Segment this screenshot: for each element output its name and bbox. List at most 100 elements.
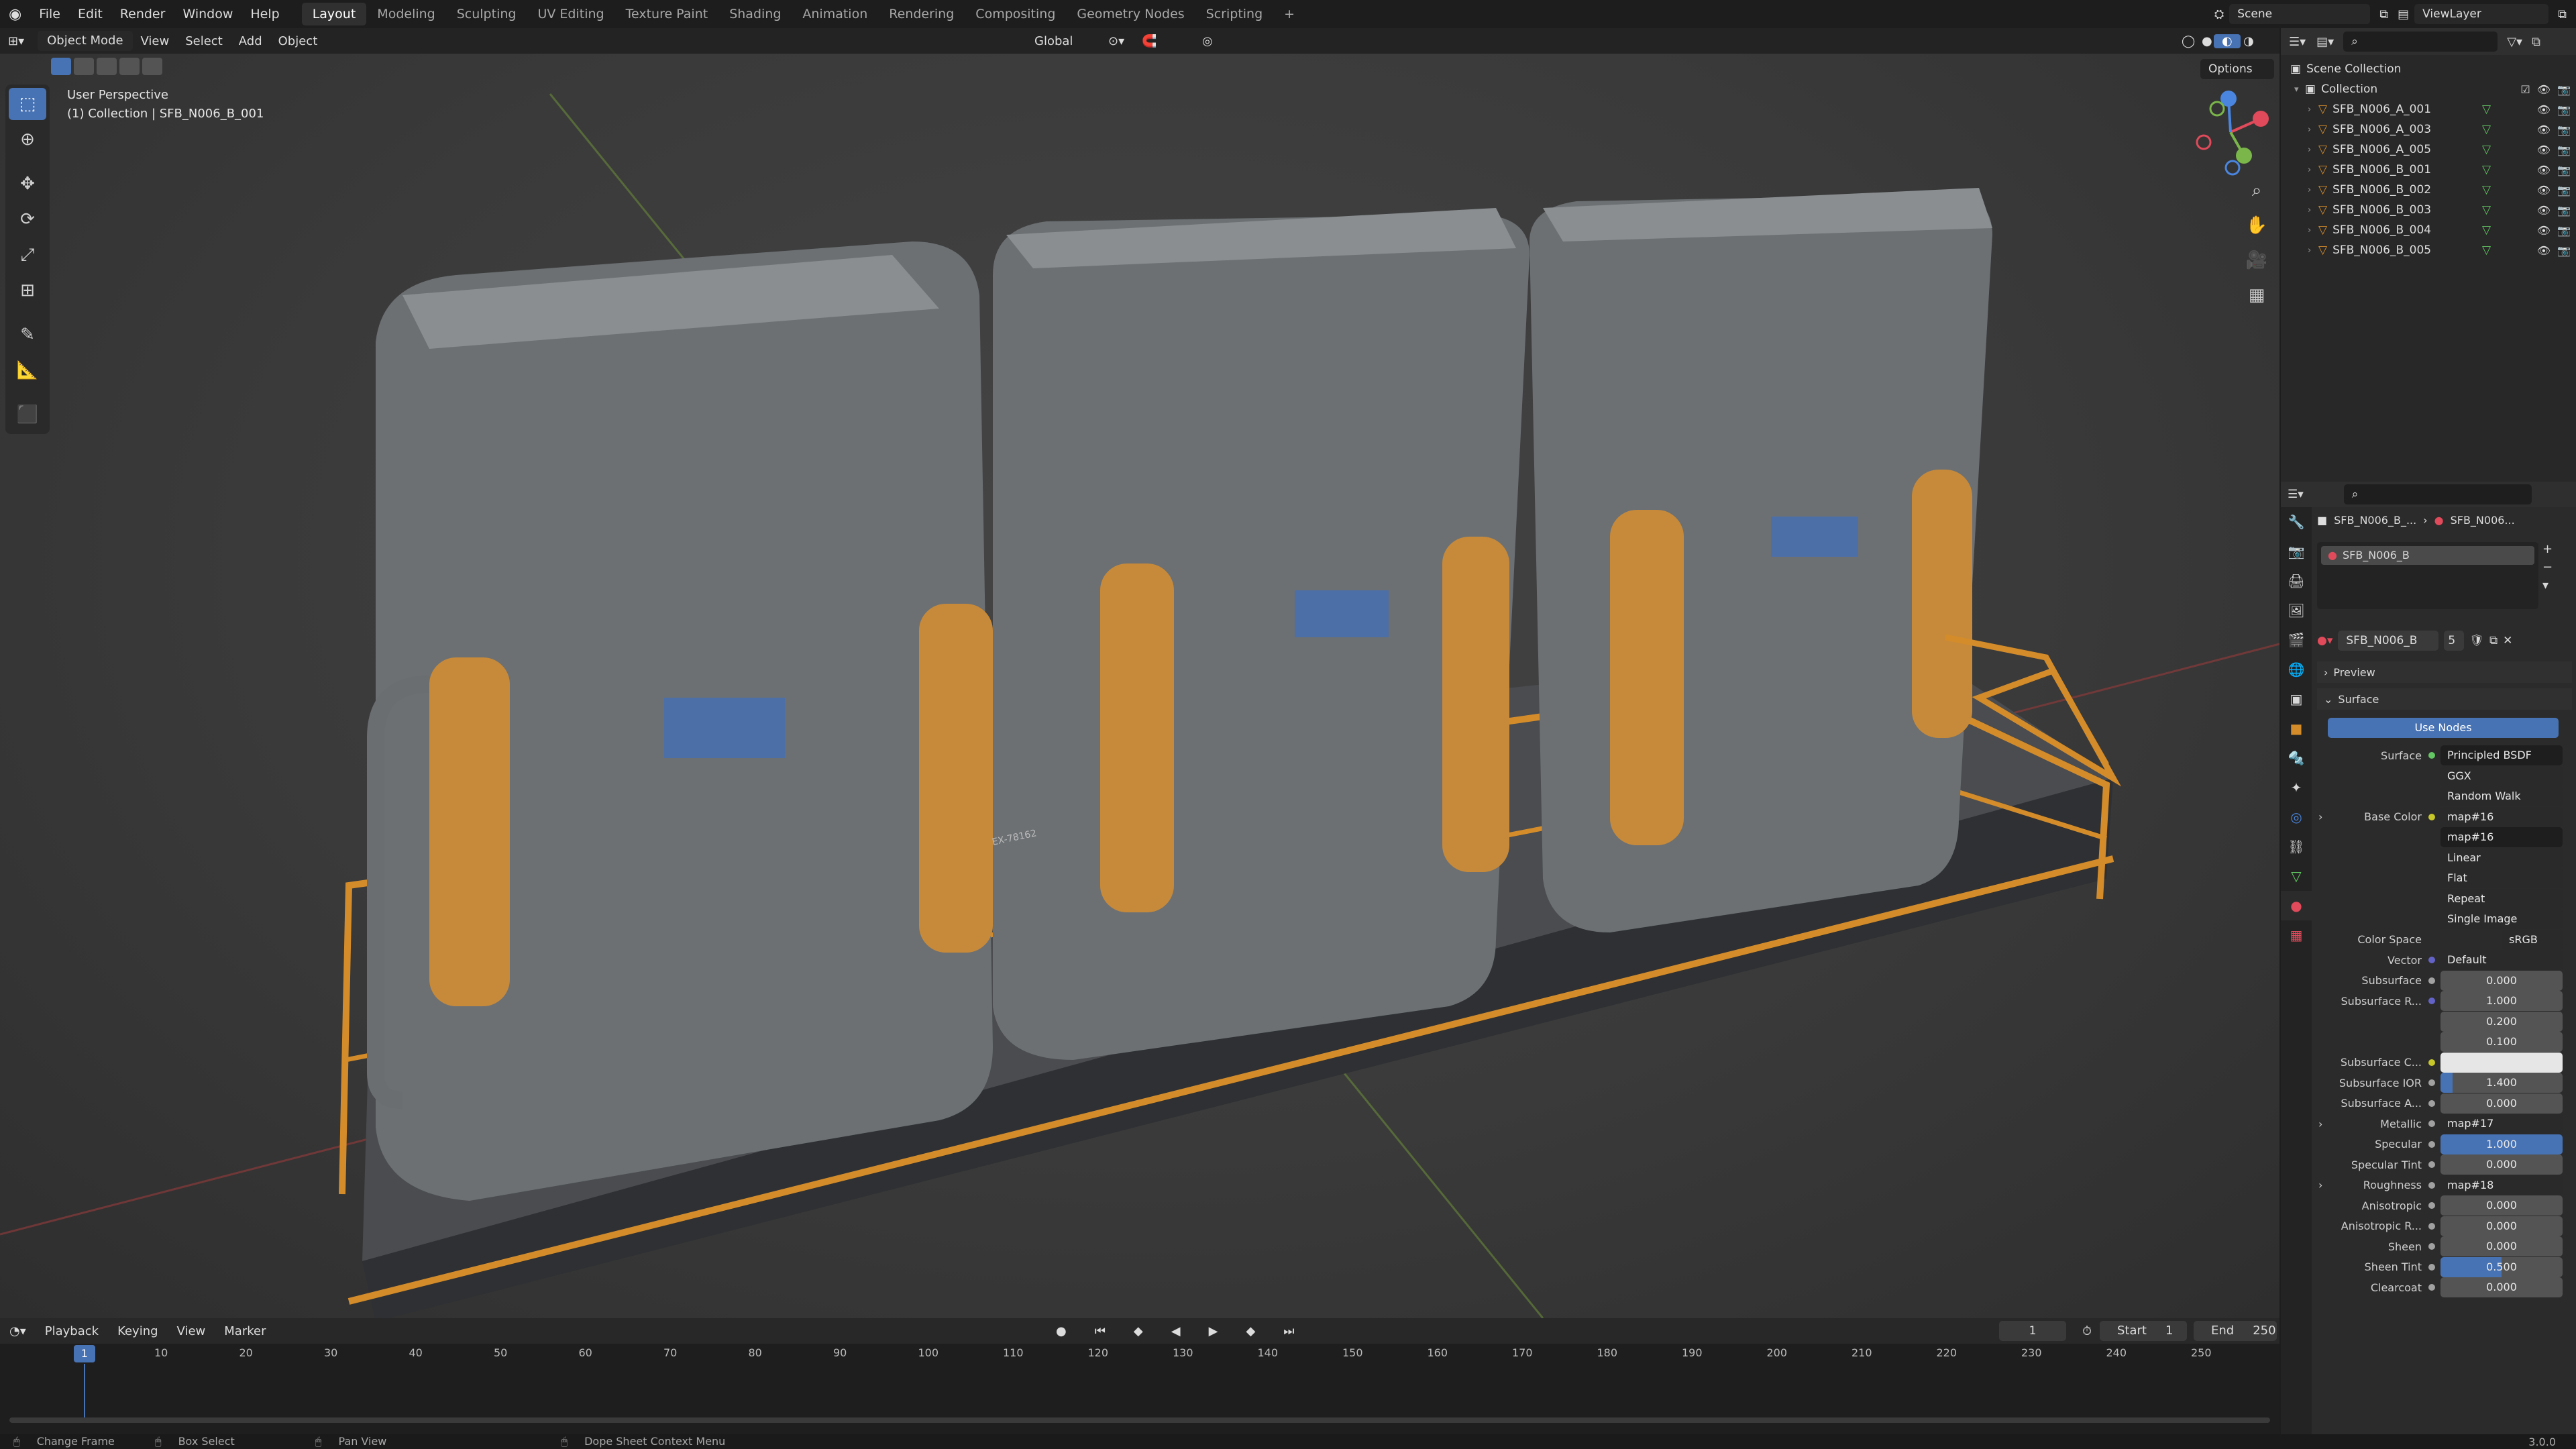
camera-icon[interactable]: 📷 (2557, 103, 2571, 116)
outliner-object-row[interactable]: › ▽ SFB_N006_B_002 ▽ 👁 📷 (2281, 180, 2576, 200)
mesh-data-icon[interactable]: ▽ (2482, 223, 2491, 237)
property-value-field[interactable]: 0.000 (2440, 1093, 2563, 1114)
property-value-field[interactable]: Linear (2440, 847, 2563, 868)
outliner-object-row[interactable]: › ▽ SFB_N006_B_003 ▽ 👁 📷 (2281, 200, 2576, 220)
expand-socket-icon[interactable]: › (2314, 1179, 2322, 1191)
timeline-menu-playback[interactable]: Playback (36, 1324, 108, 1338)
eye-icon[interactable]: 👁 (2537, 103, 2551, 116)
eye-icon[interactable]: 👁 (2537, 144, 2551, 156)
property-value-field[interactable]: sRGB (2502, 929, 2563, 950)
collection-tab-icon[interactable]: ▣ (2281, 684, 2312, 714)
socket-dot-icon[interactable] (2428, 936, 2435, 943)
property-value-field[interactable]: Default (2440, 950, 2563, 970)
socket-dot-icon[interactable] (2428, 1140, 2435, 1148)
camera-view-icon[interactable]: 🎥 (2241, 244, 2273, 276)
socket-dot-icon[interactable] (2428, 896, 2435, 902)
select-intersect-icon[interactable] (142, 58, 162, 75)
add-cube-tool-icon[interactable]: ⬛ (9, 398, 46, 431)
expand-object-icon[interactable]: › (2308, 145, 2318, 155)
keyframe-area[interactable] (0, 1364, 2279, 1424)
tab-compositing[interactable]: Compositing (965, 3, 1066, 25)
expand-object-icon[interactable]: › (2308, 185, 2318, 195)
display-mode-icon[interactable]: ▤▾ (2316, 35, 2334, 49)
blender-logo-icon[interactable]: ◉ (0, 6, 30, 23)
property-value-field[interactable]: 0.000 (2440, 1155, 2563, 1175)
options-dropdown[interactable]: Options (2200, 59, 2274, 79)
property-value-field[interactable]: 0.100 (2440, 1032, 2563, 1052)
expand-object-icon[interactable]: › (2308, 105, 2318, 115)
jump-start-icon[interactable]: ⏮ (1085, 1324, 1115, 1338)
tab-layout[interactable]: Layout (301, 3, 367, 25)
tab-shading[interactable]: Shading (718, 3, 792, 25)
expand-collection-icon[interactable]: ▾ (2294, 85, 2305, 95)
timeline-menu-marker[interactable]: Marker (215, 1324, 275, 1338)
add-workspace-icon[interactable]: + (1273, 3, 1305, 25)
mesh-data-icon[interactable]: ▽ (2482, 244, 2491, 257)
socket-dot-icon[interactable] (2428, 1079, 2435, 1086)
duplicate-material-icon[interactable]: ⧉ (2489, 634, 2498, 647)
outliner-object-row[interactable]: › ▽ SFB_N006_A_003 ▽ 👁 📷 (2281, 119, 2576, 140)
render-tab-icon[interactable]: 📷 (2281, 537, 2312, 566)
socket-dot-icon[interactable] (2428, 998, 2435, 1004)
socket-dot-icon[interactable] (2428, 977, 2435, 984)
menu-window[interactable]: Window (174, 7, 241, 21)
property-value-field[interactable]: GGX (2440, 765, 2563, 786)
scene-field[interactable]: Scene (2229, 4, 2371, 24)
mesh-data-icon[interactable]: ▽ (2482, 183, 2491, 197)
next-keyframe-icon[interactable]: ◆ (1236, 1324, 1265, 1338)
frame-ruler[interactable]: 1 10 20 30 40 50 60 70 80 90 100 110 120 130 140 150 16… (0, 1344, 2279, 1364)
timeline-menu-view[interactable]: View (168, 1324, 215, 1338)
camera-icon[interactable]: 📷 (2557, 164, 2571, 176)
transform-orientation-dropdown[interactable]: Global (1026, 34, 1081, 48)
eye-icon[interactable]: 👁 (2537, 164, 2551, 176)
rotate-tool-icon[interactable]: ⟳ (9, 203, 46, 235)
socket-dot-icon[interactable] (2428, 1099, 2435, 1107)
timeline-scrollbar[interactable] (9, 1417, 2270, 1423)
select-box-tool-icon[interactable]: ⬚ (9, 88, 46, 120)
property-value-field[interactable]: Single Image (2440, 909, 2563, 929)
axis-gizmo-icon[interactable] (2187, 89, 2274, 176)
property-value-field[interactable]: 0.000 (2440, 1216, 2563, 1236)
property-value-field[interactable]: Flat (2440, 868, 2563, 888)
timeline-menu-keying[interactable]: Keying (108, 1324, 167, 1338)
property-value-field[interactable]: 1.400 (2440, 1073, 2563, 1093)
camera-icon[interactable]: 📷 (2557, 184, 2571, 197)
tab-uv-editing[interactable]: UV Editing (527, 3, 614, 25)
fake-user-icon[interactable]: 🛡 (2469, 634, 2484, 647)
viewport-menu-add[interactable]: Add (231, 34, 270, 48)
material-users-count[interactable]: 5 (2444, 631, 2465, 651)
unlink-material-icon[interactable]: ✕ (2503, 634, 2512, 647)
filter-icon[interactable]: ▽▾ (2507, 35, 2522, 49)
constraints-tab-icon[interactable]: ⛓ (2281, 832, 2312, 861)
play-icon[interactable]: ▶ (1199, 1324, 1228, 1338)
material-browse-icon[interactable]: ●▾ (2317, 634, 2332, 647)
eye-icon[interactable]: 👁 (2537, 83, 2551, 96)
play-reverse-icon[interactable]: ◀ (1162, 1324, 1190, 1338)
select-invert-icon[interactable] (119, 58, 140, 75)
property-value-field[interactable]: 0.500 (2440, 1256, 2563, 1277)
particles-tab-icon[interactable]: ✦ (2281, 773, 2312, 802)
select-new-icon[interactable] (51, 58, 71, 75)
tab-sculpting[interactable]: Sculpting (446, 3, 527, 25)
socket-dot-icon[interactable] (2428, 916, 2435, 922)
eye-icon[interactable]: 👁 (2537, 184, 2551, 197)
world-tab-icon[interactable]: 🌐 (2281, 655, 2312, 684)
socket-dot-icon[interactable] (2428, 793, 2435, 800)
property-value-field[interactable]: Principled BSDF (2440, 745, 2563, 765)
material-slot-row[interactable]: ● SFB_N006_B (2321, 546, 2534, 565)
camera-icon[interactable]: 📷 (2557, 244, 2571, 257)
property-value-field[interactable]: map#18 (2440, 1175, 2563, 1195)
outliner-search[interactable]: ⌕ (2343, 32, 2498, 52)
property-value-field[interactable]: 0.000 (2440, 1195, 2563, 1216)
zoom-icon[interactable]: ⌕ (2241, 174, 2273, 207)
use-nodes-button[interactable]: Use Nodes (2328, 718, 2559, 738)
3d-viewport[interactable]: EX-78162 User Perspective (1) Collection… (0, 54, 2279, 1318)
property-value-field[interactable]: map#16 (2440, 806, 2563, 827)
tool-tab-icon[interactable]: 🔧 (2281, 507, 2312, 537)
view-layer-tab-icon[interactable]: 🖼 (2281, 596, 2312, 625)
select-extend-icon[interactable] (74, 58, 94, 75)
camera-icon[interactable]: 📷 (2557, 204, 2571, 217)
mode-dropdown[interactable]: Object Mode (38, 31, 133, 51)
timeline-editor-icon[interactable]: ◔▾ (0, 1324, 36, 1338)
proportional-edit-icon[interactable]: ◎ (1194, 34, 1221, 48)
